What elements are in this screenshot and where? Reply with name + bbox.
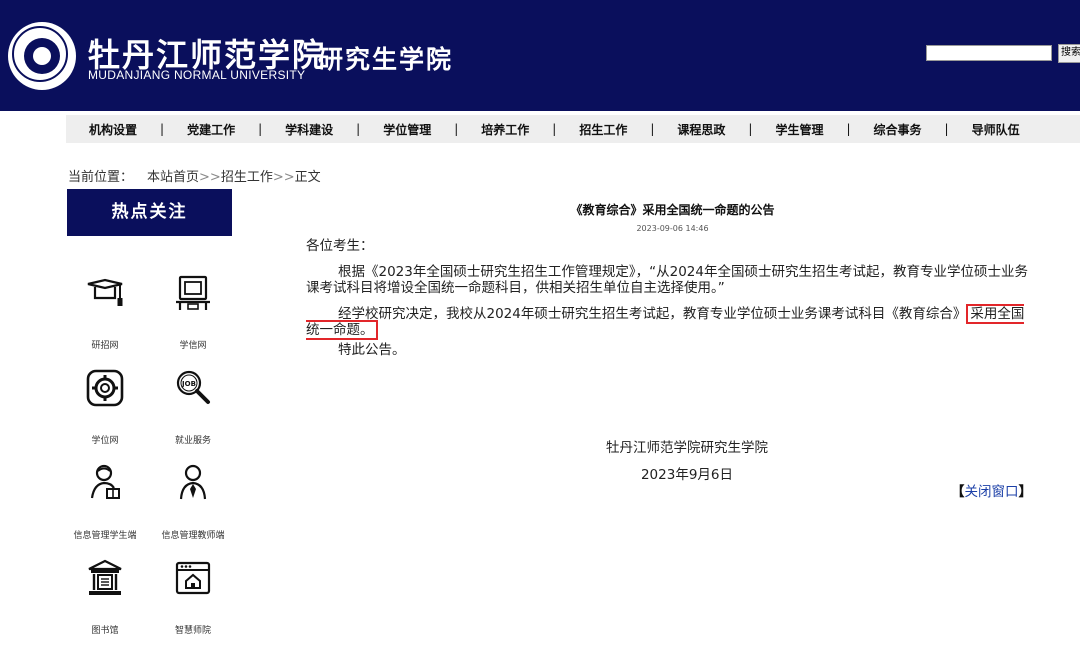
sidebar-link-library[interactable]: 图书馆: [60, 547, 150, 637]
close-bracket-left: 【: [951, 484, 965, 500]
signature-organization: 牡丹江师范学院研究生学院: [606, 440, 768, 456]
computer-desk-icon: [176, 275, 210, 310]
library-building-icon: [88, 559, 122, 595]
article-paragraph-2-text: 经学校研究决定，我校从2024年硕士研究生招生考试起，教育专业学位硕士业务课考试…: [338, 306, 967, 322]
article-greeting: 各位考生：: [306, 238, 374, 254]
nav-item-discipline[interactable]: 学科建设: [262, 121, 356, 138]
svg-text:JOB: JOB: [181, 380, 196, 388]
breadcrumb-home[interactable]: 本站首页: [147, 170, 199, 185]
sidebar-title: 热点关注: [67, 189, 232, 236]
nav-item-supervisors[interactable]: 导师队伍: [949, 121, 1043, 138]
search-input[interactable]: [926, 45, 1052, 61]
nav-item-students[interactable]: 学生管理: [752, 121, 846, 138]
article-datetime: 2023-09-06 14:46: [636, 224, 709, 233]
job-search-icon: JOB: [176, 370, 210, 404]
sidebar-link-student-portal[interactable]: 信息管理学生端: [60, 452, 150, 542]
breadcrumb-current: 正文: [294, 170, 321, 185]
breadcrumb-admission[interactable]: 招生工作: [221, 170, 273, 185]
smart-home-window-icon: [175, 561, 211, 595]
breadcrumb-separator: >>: [272, 170, 295, 185]
nav-item-ideology[interactable]: 课程思政: [654, 121, 748, 138]
sidebar-link-label: 信息管理教师端: [161, 531, 225, 541]
college-name-cn: 研究生学院: [318, 45, 454, 74]
gear-badge-icon: [86, 369, 124, 407]
nav-item-admission[interactable]: 招生工作: [556, 121, 650, 138]
sidebar-link-label: 学位网: [91, 436, 119, 446]
sidebar-link-label: 就业服务: [174, 436, 211, 446]
sidebar-link-smart-campus[interactable]: 智慧师院: [148, 547, 238, 637]
teacher-icon: [179, 464, 207, 500]
search-button[interactable]: 搜索: [1058, 44, 1080, 63]
sidebar-link-label: 图书馆: [91, 626, 119, 636]
sidebar-link-label: 学信网: [179, 341, 207, 351]
breadcrumb-label: 当前位置：: [68, 170, 134, 185]
student-reading-icon: [90, 464, 120, 499]
nav-item-training[interactable]: 培养工作: [458, 121, 552, 138]
close-window-text[interactable]: 关闭窗口: [965, 484, 1019, 500]
article-paragraph-2: 经学校研究决定，我校从2024年硕士研究生招生考试起，教育专业学位硕士业务课考试…: [306, 304, 1028, 340]
article-paragraph-3: 特此公告。: [338, 342, 406, 358]
nav-item-affairs[interactable]: 综合事务: [851, 121, 945, 138]
sidebar-link-degree[interactable]: 学位网: [60, 357, 150, 447]
sidebar-link-label: 信息管理学生端: [73, 531, 137, 541]
sidebar-link-label: 智慧师院: [174, 626, 211, 636]
article-body: 各位考生： 根据《2023年全国硕士研究生招生工作管理规定》，“从2024年全国…: [306, 238, 1028, 358]
site-header: 牡丹江师范学院 研究生学院 MUDANJIANG NORMAL UNIVERSI…: [0, 0, 1080, 111]
sidebar-link-jobs[interactable]: JOB 就业服务: [148, 357, 238, 447]
close-window-link[interactable]: 【关闭窗口】: [951, 480, 1032, 500]
sidebar-link-teacher-portal[interactable]: 信息管理教师端: [148, 452, 238, 542]
nav-item-degree[interactable]: 学位管理: [360, 121, 454, 138]
graduation-cap-icon: [87, 278, 123, 306]
article-title: 《教育综合》采用全国统一命题的公告: [570, 203, 775, 217]
main-nav: 机构设置 | 党建工作 | 学科建设 | 学位管理 | 培养工作 | 招生工作 …: [66, 115, 1080, 143]
sidebar-link-xuexin[interactable]: 学信网: [148, 262, 238, 352]
university-name-en: MUDANJIANG NORMAL UNIVERSITY: [88, 68, 306, 82]
sidebar-link-yanzhao[interactable]: 研招网: [60, 262, 150, 352]
breadcrumb: 当前位置： 本站首页>>招生工作>>正文: [68, 166, 321, 185]
sidebar-link-label: 研招网: [91, 341, 119, 351]
breadcrumb-separator: >>: [199, 170, 221, 185]
article-paragraph-1: 根据《2023年全国硕士研究生招生工作管理规定》，“从2024年全国硕士研究生招…: [306, 264, 1028, 296]
close-bracket-right: 】: [1018, 484, 1033, 500]
university-logo-icon[interactable]: [8, 22, 76, 90]
nav-item-org[interactable]: 机构设置: [66, 121, 160, 138]
nav-item-party[interactable]: 党建工作: [164, 121, 258, 138]
